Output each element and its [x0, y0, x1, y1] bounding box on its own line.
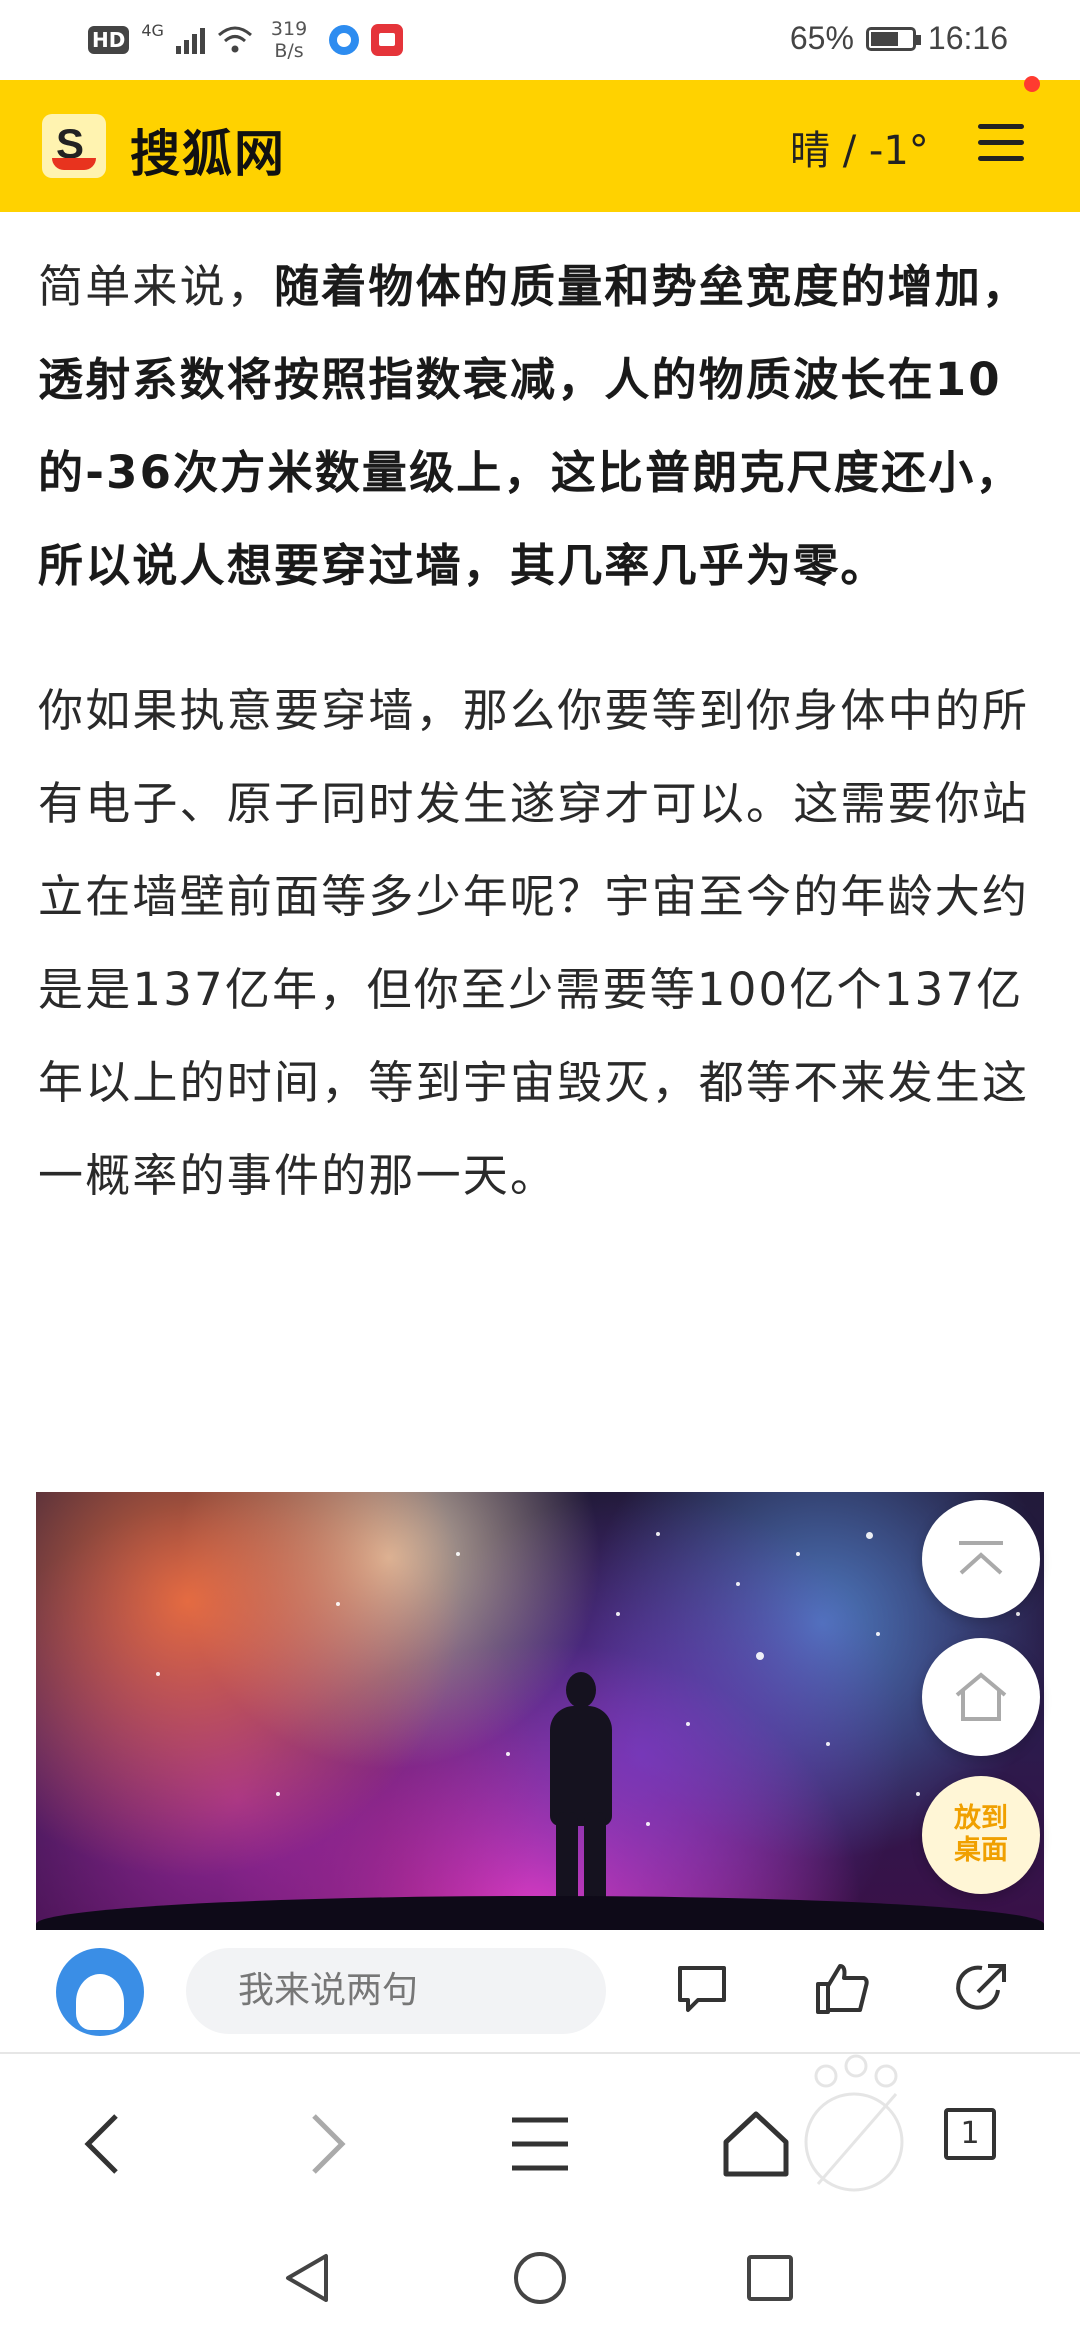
- home-icon[interactable]: [716, 2104, 796, 2184]
- watermark-icon: [804, 2054, 904, 2192]
- status-bar: HD 4G 319 B/s 65% 16:16: [0, 0, 1080, 80]
- wifi-icon: [217, 26, 252, 53]
- speed-unit: B/s: [274, 40, 304, 62]
- notification-dot: [1024, 76, 1040, 92]
- forward-icon[interactable]: [284, 2104, 364, 2184]
- signal-icon: [175, 26, 205, 54]
- comment-bar: 我来说两句: [0, 1930, 1080, 2050]
- add-to-desktop-button[interactable]: 放到 桌面: [922, 1776, 1040, 1894]
- menu-icon[interactable]: [500, 2104, 580, 2184]
- home-shortcut-button[interactable]: [922, 1638, 1040, 1756]
- system-recents-icon[interactable]: [744, 2252, 796, 2304]
- comments-icon[interactable]: [672, 1958, 732, 2018]
- desktop-label-line-1: 放到: [954, 1803, 1008, 1834]
- paragraph-2: 你如果执意要穿墙，那么你要等到你身体中的所有电子、原子同时发生遂穿才可以。这需要…: [38, 684, 1030, 1202]
- back-icon[interactable]: [66, 2104, 146, 2184]
- site-name[interactable]: 搜狐网: [130, 114, 286, 186]
- paragraph-1: 简单来说，随着物体的质量和势垒宽度的增加，透射系数将按照指数衰减，人的物质波长在…: [38, 240, 1046, 612]
- like-icon[interactable]: [812, 1958, 872, 2018]
- tabs-button[interactable]: 1: [944, 2108, 996, 2160]
- clock: 16:16: [927, 20, 1008, 56]
- status-right: 65% 16:16: [790, 20, 1008, 57]
- article-body: 简单来说，随着物体的质量和势垒宽度的增加，透射系数将按照指数衰减，人的物质波长在…: [38, 240, 1046, 1274]
- back-to-top-icon: [959, 1541, 1003, 1575]
- battery-percent: 65%: [789, 20, 854, 56]
- browser-toolbar: [0, 2054, 1080, 2224]
- menu-button[interactable]: [976, 120, 1028, 170]
- article-image[interactable]: [36, 1492, 1044, 1930]
- comment-input[interactable]: 我来说两句: [186, 1948, 606, 2034]
- share-icon[interactable]: [952, 1958, 1012, 2018]
- sohu-logo-icon[interactable]: S: [42, 114, 106, 178]
- system-home-icon[interactable]: [512, 2250, 568, 2306]
- speed-value: 319: [270, 18, 308, 40]
- browser-app-icon: [329, 25, 360, 55]
- back-to-top-button[interactable]: [922, 1500, 1040, 1618]
- system-nav-bar: [0, 2224, 1080, 2340]
- system-back-icon[interactable]: [282, 2250, 332, 2306]
- battery-icon: [865, 26, 921, 51]
- paragraph-1-lead: 简单来说，: [38, 260, 275, 313]
- hd-badge: HD: [88, 26, 130, 54]
- silhouette-figure: [536, 1672, 626, 1930]
- network-speed: 319 B/s: [271, 18, 307, 62]
- home-icon: [955, 1672, 1007, 1721]
- reader-app-icon: [371, 24, 404, 56]
- logo-swoosh: [52, 158, 96, 170]
- add-to-desktop-label: 放到 桌面: [954, 1803, 1008, 1867]
- site-header: S 搜狐网 晴 / -1°: [0, 80, 1080, 212]
- desktop-label-line-2: 桌面: [954, 1835, 1008, 1866]
- weather-info[interactable]: 晴 / -1°: [790, 118, 929, 176]
- status-left: HD 4G 319 B/s: [88, 18, 404, 62]
- network-type: 4G: [141, 20, 164, 40]
- user-avatar[interactable]: [56, 1948, 144, 2036]
